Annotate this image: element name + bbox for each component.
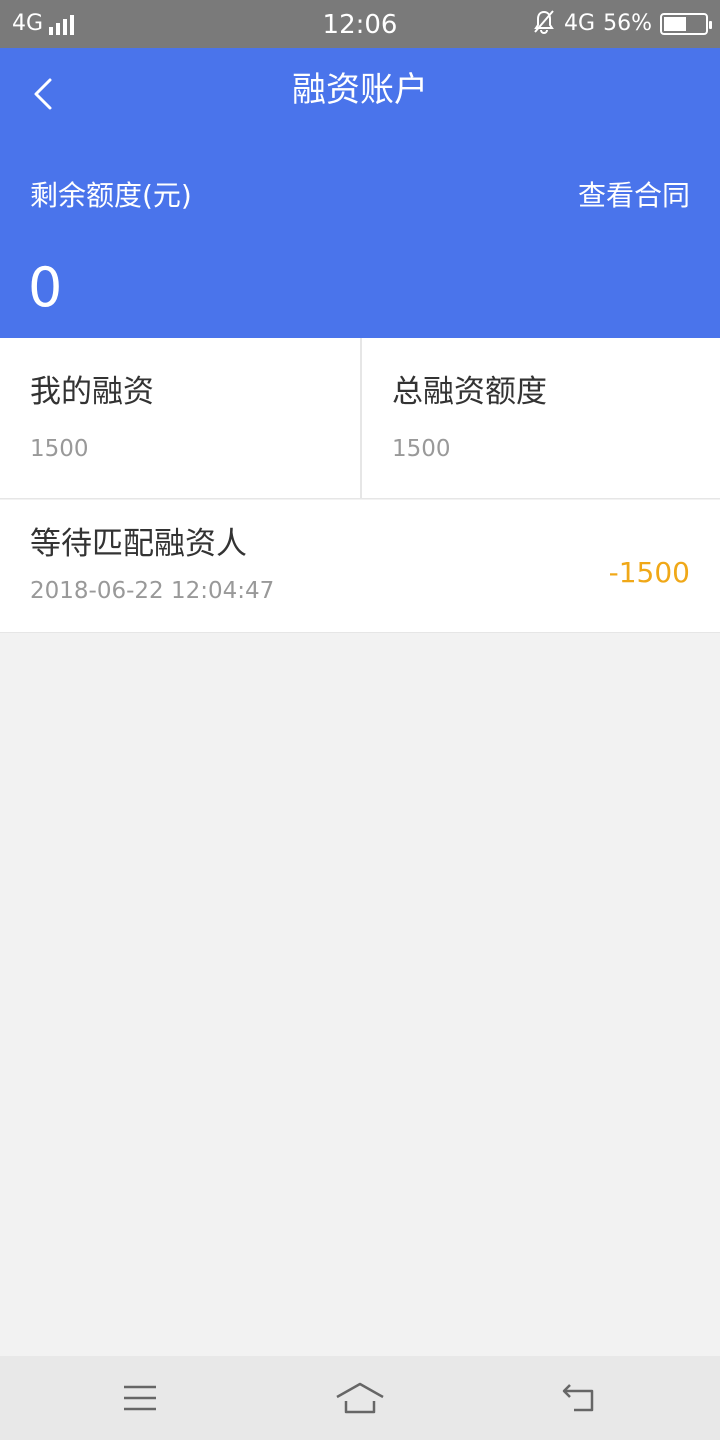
view-contract-link[interactable]: 查看合同 — [578, 178, 690, 214]
list-item[interactable]: 等待匹配融资人 2018-06-22 12:04:47 -1500 — [0, 500, 720, 633]
stat-my-financing: 我的融资 1500 — [0, 338, 360, 498]
battery-icon — [660, 13, 712, 35]
battery-level — [664, 17, 686, 31]
stat-value: 1500 — [392, 436, 451, 462]
status-right: 4G 56% — [532, 9, 712, 39]
stat-label: 总融资额度 — [392, 374, 547, 410]
page-title: 融资账户 — [292, 70, 428, 110]
battery-percent: 56% — [603, 11, 652, 36]
home-icon — [336, 1382, 384, 1414]
stat-label: 我的融资 — [30, 374, 154, 410]
account-header: 融资账户 剩余额度(元) 查看合同 0 — [0, 48, 720, 338]
return-icon — [562, 1384, 594, 1412]
remaining-quota-value: 0 — [28, 256, 63, 319]
stat-total-quota: 总融资额度 1500 — [360, 338, 720, 498]
network-type-right: 4G — [564, 11, 596, 36]
return-button[interactable] — [550, 1374, 610, 1422]
home-button[interactable] — [330, 1374, 390, 1422]
bell-off-icon — [532, 9, 556, 39]
record-amount: -1500 — [608, 556, 690, 589]
system-nav-bar — [0, 1356, 720, 1440]
status-bar: 4G 12:06 4G 56% — [0, 0, 720, 48]
record-title: 等待匹配融资人 — [30, 526, 247, 562]
financing-stats: 我的融资 1500 总融资额度 1500 — [0, 338, 720, 499]
remaining-quota-label: 剩余额度(元) — [30, 179, 192, 212]
record-time: 2018-06-22 12:04:47 — [30, 578, 275, 604]
menu-button[interactable] — [110, 1374, 170, 1422]
menu-icon — [124, 1385, 156, 1411]
stat-value: 1500 — [30, 436, 89, 462]
